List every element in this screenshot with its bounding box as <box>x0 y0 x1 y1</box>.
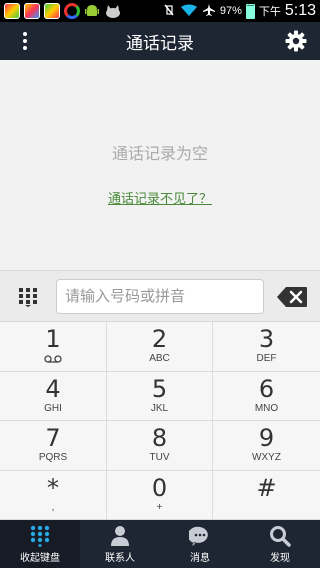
key-digit: 6 <box>258 374 275 403</box>
key-2[interactable]: 2 ABC <box>107 322 213 372</box>
key-7[interactable]: 7 PQRS <box>0 421 107 471</box>
bottom-nav: 收起键盘 联系人 消息 发现 <box>0 520 320 568</box>
key-digit: 2 <box>151 325 168 354</box>
key-letters: + <box>156 501 163 513</box>
status-bar: 97% 下午 5:13 <box>0 0 320 22</box>
key-letters: ABC <box>149 353 170 365</box>
key-hash[interactable]: # <box>213 471 320 520</box>
empty-message: 通话记录为空 <box>111 146 208 163</box>
key-8[interactable]: 8 TUV <box>107 421 213 471</box>
key-digit: * <box>47 473 59 502</box>
key-3[interactable]: 3 DEF <box>213 322 320 372</box>
key-letters: MNO <box>254 402 279 414</box>
cat-icon <box>104 3 120 19</box>
key-letters: PQRS <box>38 452 68 464</box>
wifi-icon <box>180 3 198 20</box>
key-letters: WXYZ <box>252 452 281 464</box>
key-1[interactable]: 1 <box>0 322 107 372</box>
time-period: 下午 <box>258 6 281 18</box>
key-digit: 5 <box>151 374 168 403</box>
sync-icon <box>64 3 80 19</box>
nav-messages[interactable]: 消息 <box>160 520 240 568</box>
key-digit: 9 <box>258 424 275 453</box>
call-log-empty-area: 通话记录为空 通话记录不见了？ <box>0 60 320 270</box>
key-letters: TUV <box>149 452 170 464</box>
key-star[interactable]: * , <box>0 470 107 520</box>
nav-label: 收起键盘 <box>20 552 60 564</box>
key-digit: 1 <box>45 325 61 354</box>
dialpad-toggle-icon[interactable] <box>18 287 38 307</box>
app-notification-icon <box>4 3 20 19</box>
page-title: 通话记录 <box>126 33 194 53</box>
key-letters: GHI <box>44 402 62 414</box>
vibrate-off-icon <box>162 3 176 20</box>
key-0[interactable]: 0 + <box>107 470 213 520</box>
key-letters: , <box>51 501 55 513</box>
app-notification-icon <box>24 3 40 19</box>
key-9[interactable]: 9 WXYZ <box>213 421 320 471</box>
key-5[interactable]: 5 JKL <box>107 371 213 421</box>
airplane-icon <box>202 3 216 20</box>
app-notification-icon <box>44 3 60 19</box>
search-icon <box>270 525 291 547</box>
key-digit: 7 <box>45 424 61 453</box>
key-6[interactable]: 6 MNO <box>213 372 320 421</box>
key-letters: JKL <box>150 402 169 414</box>
key-digit: 8 <box>151 424 168 453</box>
key-digit: # <box>256 473 277 502</box>
number-search-input[interactable] <box>56 279 264 314</box>
clock: 5:13 <box>284 2 316 19</box>
nav-discover[interactable]: 发现 <box>240 520 320 568</box>
overflow-menu-button[interactable] <box>14 30 36 52</box>
message-icon <box>189 526 208 546</box>
keypad-icon <box>30 525 50 547</box>
backspace-icon[interactable] <box>276 286 308 308</box>
android-icon <box>84 3 100 19</box>
key-letters: DEF <box>256 353 277 365</box>
dialpad: 1 2 ABC 3 DEF 4 GHI 5 JKL 6 MNO 7 PQRS 8… <box>0 322 320 520</box>
settings-gear-icon[interactable] <box>284 29 308 53</box>
contact-icon <box>111 525 129 546</box>
key-digit: 0 <box>151 473 168 502</box>
nav-label: 联系人 <box>105 552 135 564</box>
dial-input-row <box>0 270 320 322</box>
battery-icon <box>245 3 255 19</box>
key-4[interactable]: 4 GHI <box>0 371 107 421</box>
title-bar: 通话记录 <box>0 22 320 60</box>
nav-label: 消息 <box>190 552 210 564</box>
key-digit: 4 <box>45 374 61 403</box>
battery-percent: 97% <box>219 5 242 17</box>
nav-hide-keypad[interactable]: 收起键盘 <box>0 520 80 568</box>
nav-contacts[interactable]: 联系人 <box>80 520 160 568</box>
key-digit: 3 <box>258 325 275 354</box>
nav-label: 发现 <box>270 552 290 564</box>
call-log-missing-link[interactable]: 通话记录不见了？ <box>0 188 320 207</box>
voicemail-icon <box>44 355 62 363</box>
